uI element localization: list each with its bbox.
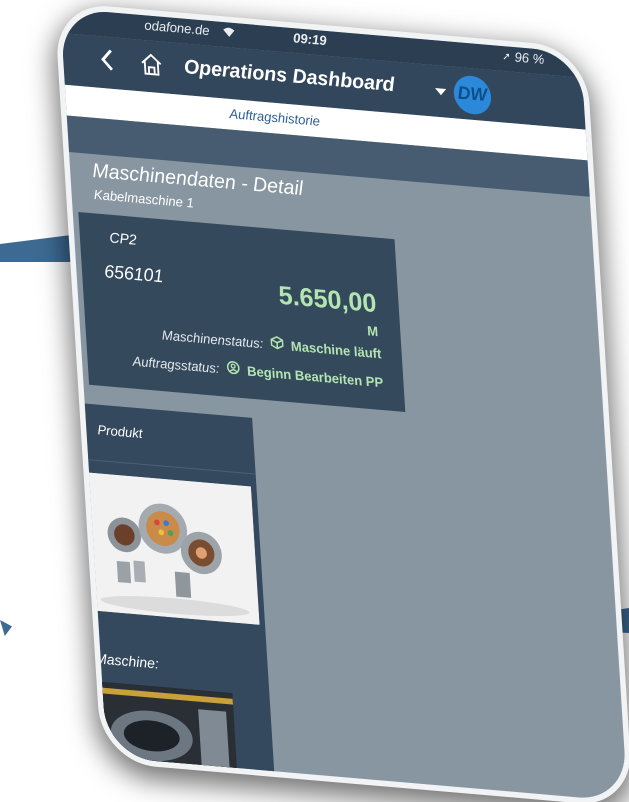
machine-status-label: Maschinenstatus: — [161, 327, 264, 352]
caret-down-icon[interactable] — [435, 88, 447, 96]
user-avatar[interactable]: DW — [452, 74, 493, 116]
order-status-value: Beginn Bearbeiten PP — [246, 363, 384, 391]
carrier-name: odafone.de — [143, 17, 210, 39]
machine-detail-card: CP2 656101 5.650,00 M Maschinenstatus: M… — [78, 212, 406, 412]
wifi-icon — [222, 26, 236, 39]
product-tile-header: Produkt — [96, 421, 143, 441]
phone-mockup: odafone.de 09:19 ➚ 96 % Operations Dashb… — [60, 8, 628, 802]
quantity-value: 5.650,00 — [277, 280, 378, 318]
background-arrow-bottom-left — [0, 620, 12, 636]
product-image — [83, 472, 260, 625]
machine-label: Maschine: — [94, 650, 160, 673]
order-status-label: Auftragsstatus: — [132, 353, 220, 376]
tile-divider — [88, 459, 256, 475]
battery-level: 96 % — [514, 48, 545, 67]
person-icon — [226, 360, 240, 377]
chevron-left-icon[interactable] — [98, 46, 118, 74]
product-tile[interactable]: Produkt Maschine: — [83, 403, 275, 783]
machine-image — [92, 681, 238, 770]
clock: 09:19 — [292, 29, 327, 49]
machine-status-value: Maschine läuft — [290, 338, 382, 362]
order-history-link[interactable]: Auftragshistorie — [229, 106, 320, 129]
order-number: 656101 — [103, 261, 164, 288]
cube-icon — [270, 335, 284, 352]
app-title-menu[interactable]: Operations Dashboard — [183, 56, 395, 97]
location-icon: ➚ — [501, 50, 512, 64]
quantity-unit: M — [366, 322, 379, 340]
machine-status-row: Maschinenstatus: Maschine läuft — [161, 326, 381, 361]
work-center-code: CP2 — [109, 229, 138, 249]
home-icon[interactable] — [139, 51, 165, 78]
